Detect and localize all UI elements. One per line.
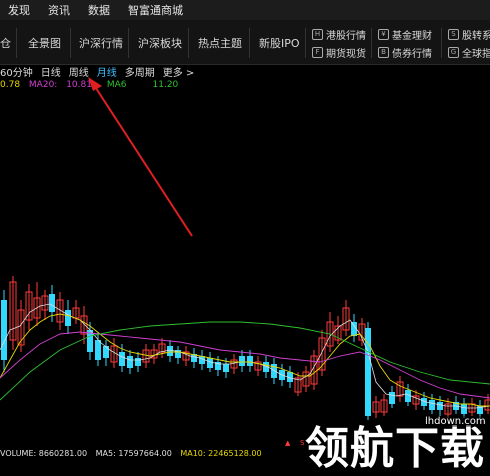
candle-body (223, 364, 229, 372)
candle-body (119, 352, 125, 366)
watermark-url: lhdown.com (425, 416, 486, 427)
candle-body (207, 358, 213, 368)
candle-body (95, 340, 101, 360)
candlestick-chart[interactable]: ▲ S (0, 0, 490, 474)
candle-body (65, 310, 71, 326)
candle-body (389, 392, 395, 404)
candle-body (437, 402, 443, 410)
volume-ma10: MA10: 22465128.00 (180, 449, 262, 458)
watermark: 领航下载 lhdown.com (305, 412, 490, 474)
candle-body (247, 356, 253, 366)
candle-body (1, 300, 7, 360)
signal-marker-up: ▲ (285, 439, 291, 447)
volume-value: VOLUME: 8660281.00 (0, 449, 88, 458)
annotation-arrowhead (88, 77, 102, 91)
volume-ma5: MA5: 17597664.00 (95, 449, 172, 458)
volume-legend: VOLUME: 8660281.00 MA5: 17597664.00 MA10… (0, 449, 268, 458)
candle-body (135, 358, 141, 366)
candle-body (239, 356, 245, 366)
candle-body (167, 346, 173, 356)
candle-body (103, 346, 109, 358)
annotation-arrow (91, 81, 193, 237)
candle-body (429, 400, 435, 410)
candle-body (49, 294, 55, 312)
candle-body (127, 356, 133, 368)
